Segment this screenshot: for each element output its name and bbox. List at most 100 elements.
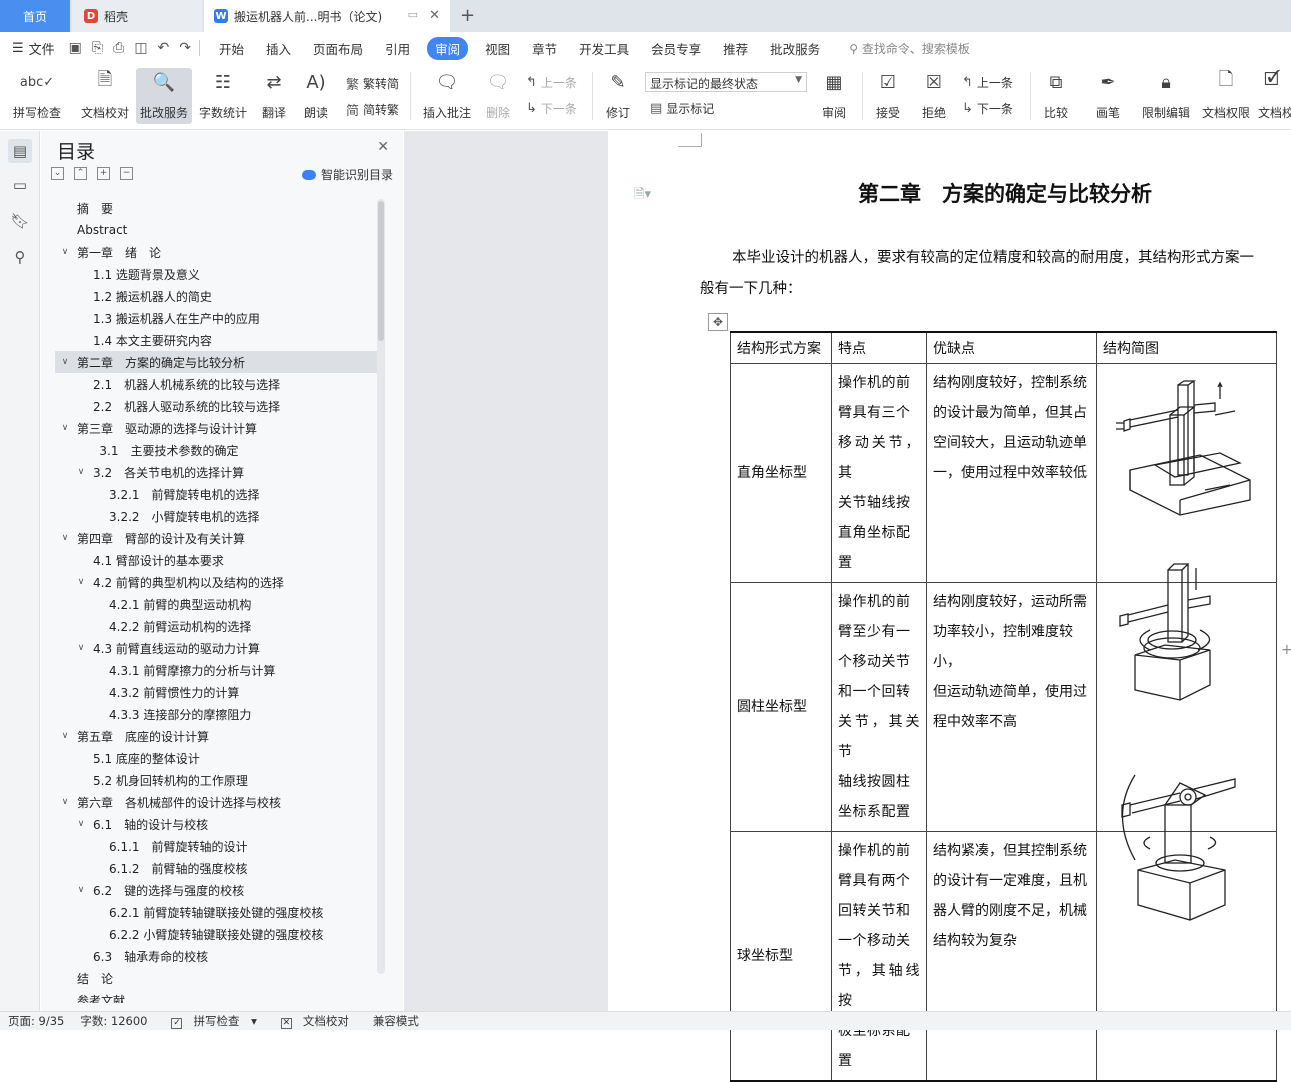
chevron-down-icon[interactable]: ∨ xyxy=(59,423,71,433)
spell-check-button[interactable]: abc✓ 拼写检查 xyxy=(8,68,66,124)
toc-item[interactable]: 3.2.2 小臂旋转电机的选择 xyxy=(55,505,377,527)
print-icon[interactable]: ⎙ xyxy=(113,40,124,56)
reject-button[interactable]: ☒ 拒绝 xyxy=(914,68,954,124)
remove-heading-icon[interactable]: − xyxy=(120,167,133,180)
toc-item[interactable]: ∨ 第四章 臂部的设计及有关计算 xyxy=(55,527,377,549)
tab-home[interactable]: 首页 xyxy=(0,0,70,32)
tab-document[interactable]: W 搬运机器人前...明书（论文) ▭ ✕ xyxy=(204,0,450,32)
menu-insert[interactable]: 插入 xyxy=(266,39,291,58)
close-icon[interactable]: ✕ xyxy=(377,139,389,155)
bookmark-icon[interactable]: 🔖︎ xyxy=(8,209,32,233)
close-tab-icon[interactable]: ✕ xyxy=(429,8,440,23)
menu-review[interactable]: 审阅 xyxy=(427,36,469,60)
toc-item[interactable]: 2.1 机器人机械系统的比较与选择 xyxy=(55,373,377,395)
review-pane-button[interactable]: ▦ 审阅 xyxy=(814,68,854,124)
toc-item[interactable]: 6.3 轴承寿命的校核 xyxy=(55,945,377,967)
translate-button[interactable]: ⇄ 翻译 xyxy=(254,68,294,124)
toc-item[interactable]: ∨ 3.2 各关节电机的选择计算 xyxy=(55,461,377,483)
toc-item[interactable]: ∨ 6.2 键的选择与强度的校核 xyxy=(55,879,377,901)
chapter-nav-icon[interactable]: ▭ xyxy=(8,173,32,197)
chevron-down-icon[interactable]: ∨ xyxy=(59,797,71,807)
menu-view[interactable]: 视图 xyxy=(485,39,510,58)
prev-change-button[interactable]: ↰ 上一条 xyxy=(962,74,1013,91)
page-indicator[interactable]: 页面: 9/35 xyxy=(8,1013,64,1029)
toc-item[interactable]: 参考文献 xyxy=(55,989,377,1004)
add-heading-icon[interactable]: + xyxy=(97,167,110,180)
menu-section[interactable]: 章节 xyxy=(532,39,557,58)
search-icon[interactable]: ⚲ xyxy=(8,245,32,269)
toc-item[interactable]: ∨ 4.2 前臂的典型机构以及结构的选择 xyxy=(55,571,377,593)
toc-item[interactable]: 1.4 本文主要研究内容 xyxy=(55,329,377,351)
menu-developer[interactable]: 开发工具 xyxy=(579,39,629,58)
toc-item[interactable]: 4.1 臂部设计的基本要求 xyxy=(55,549,377,571)
read-aloud-button[interactable]: A) 朗读 xyxy=(298,68,334,124)
toc-item[interactable]: 6.2.2 小臂旋转轴键联接处键的强度校核 xyxy=(55,923,377,945)
toc-item[interactable]: ∨ 6.1 轴的设计与校核 xyxy=(55,813,377,835)
paragraph-menu-icon[interactable]: 🗎▾ xyxy=(634,185,651,207)
toc-item[interactable]: ∨ 4.3 前臂直线运动的驱动力计算 xyxy=(55,637,377,659)
toc-item[interactable]: 4.3.1 前臂摩擦力的分析与计算 xyxy=(55,659,377,681)
chevron-down-icon[interactable]: ∨ xyxy=(75,885,87,895)
toc-scrollbar-thumb[interactable] xyxy=(378,201,384,341)
markup-state-select[interactable]: 显示标记的最终状态 ▼ xyxy=(645,72,807,92)
proofread-button[interactable]: 🗎 文档校对 xyxy=(78,68,132,124)
preview-icon[interactable]: ◫ xyxy=(134,40,147,56)
toc-item[interactable]: 2.2 机器人驱动系统的比较与选择 xyxy=(55,395,377,417)
menu-layout[interactable]: 页面布局 xyxy=(313,39,363,58)
table-move-handle[interactable]: ✥ xyxy=(708,313,728,331)
toc-item[interactable]: ∨ 第一章 绪 论 xyxy=(55,241,377,263)
accept-button[interactable]: ☑ 接受 xyxy=(868,68,908,124)
toc-item[interactable]: 6.2.1 前臂旋转轴键联接处键的强度校核 xyxy=(55,901,377,923)
doc-permission-button[interactable]: 🗋 文档权限 xyxy=(1198,68,1254,124)
insert-comment-button[interactable]: 🗨 插入批注 xyxy=(420,68,474,124)
menu-reference[interactable]: 引用 xyxy=(385,39,410,58)
simp-to-trad-button[interactable]: 简简转繁 xyxy=(346,100,399,119)
toc-item[interactable]: Abstract xyxy=(55,219,377,241)
window-icon[interactable]: ▭ xyxy=(408,8,418,21)
tab-daoke[interactable]: D 稻壳 xyxy=(72,0,202,32)
save-icon[interactable]: ▣ xyxy=(69,40,82,56)
toc-nav-icon[interactable]: ▤ xyxy=(8,139,32,163)
file-menu[interactable]: ☰ 文件 xyxy=(12,39,55,58)
toc-item[interactable]: 3.1 主要技术参数的确定 xyxy=(55,439,377,461)
chevron-down-icon[interactable]: ∨ xyxy=(59,357,71,367)
delete-comment-button[interactable]: 🗨 删除 xyxy=(478,68,518,124)
show-markup-button[interactable]: ▤ 显示标记 xyxy=(650,100,714,117)
new-tab-icon[interactable]: + xyxy=(460,5,475,26)
menu-member[interactable]: 会员专享 xyxy=(651,39,701,58)
toc-item[interactable]: ∨ 第六章 各机械部件的设计选择与校核 xyxy=(55,791,377,813)
toc-item[interactable]: 结 论 xyxy=(55,967,377,989)
spell-check-toggle[interactable]: ✓ 拼写检查 ▾ xyxy=(163,1013,257,1029)
toc-item[interactable]: 4.2.2 前臂运动机构的选择 xyxy=(55,615,377,637)
chevron-down-icon[interactable]: ∨ xyxy=(75,577,87,587)
collapse-all-icon[interactable]: ⌄ xyxy=(51,167,64,180)
menu-review-service[interactable]: 批改服务 xyxy=(770,39,820,58)
toc-item[interactable]: ∨ 第五章 底座的设计计算 xyxy=(55,725,377,747)
restrict-edit-button[interactable]: 🔒︎ 限制编辑 xyxy=(1138,68,1194,124)
toc-item[interactable]: 6.1.1 前臂旋转轴的设计 xyxy=(55,835,377,857)
compare-button[interactable]: ⧉ 比较 xyxy=(1036,68,1076,124)
chevron-down-icon[interactable]: ∨ xyxy=(59,731,71,741)
expand-all-icon[interactable]: ⌃ xyxy=(74,167,87,180)
export-icon[interactable]: ⎘ xyxy=(92,40,103,56)
toc-item[interactable]: 摘 要 xyxy=(55,197,377,219)
toc-item[interactable]: 5.1 底座的整体设计 xyxy=(55,747,377,769)
chevron-down-icon[interactable]: ∨ xyxy=(59,247,71,257)
add-column-icon[interactable]: + xyxy=(1281,642,1291,658)
chevron-down-icon[interactable]: ∨ xyxy=(75,467,87,477)
next-change-button[interactable]: ↳ 下一条 xyxy=(962,100,1013,117)
toc-item[interactable]: 1.2 搬运机器人的简史 xyxy=(55,285,377,307)
toc-item[interactable]: ∨ 第三章 驱动源的选择与设计计算 xyxy=(55,417,377,439)
toc-item[interactable]: 5.2 机身回转机构的工作原理 xyxy=(55,769,377,791)
track-changes-button[interactable]: ✎ 修订 xyxy=(598,68,638,124)
redo-icon[interactable]: ↷ xyxy=(179,40,191,56)
word-count-button[interactable]: ☷ 字数统计 xyxy=(196,68,250,124)
toc-item[interactable]: ∨ 第二章 方案的确定与比较分析 xyxy=(55,351,377,373)
proofread-toggle[interactable]: ✕ 文档校对 xyxy=(273,1013,357,1029)
prev-comment-button[interactable]: ↰ 上一条 xyxy=(526,74,577,91)
toc-item[interactable]: 1.1 选题背景及意义 xyxy=(55,263,377,285)
command-search[interactable]: ⚲ 查找命令、搜索模板 xyxy=(849,40,970,57)
toc-item[interactable]: 6.1.2 前臂轴的强度校核 xyxy=(55,857,377,879)
chevron-down-icon[interactable]: ∨ xyxy=(75,643,87,653)
review-service-button[interactable]: 🔍 批改服务 xyxy=(136,68,192,124)
